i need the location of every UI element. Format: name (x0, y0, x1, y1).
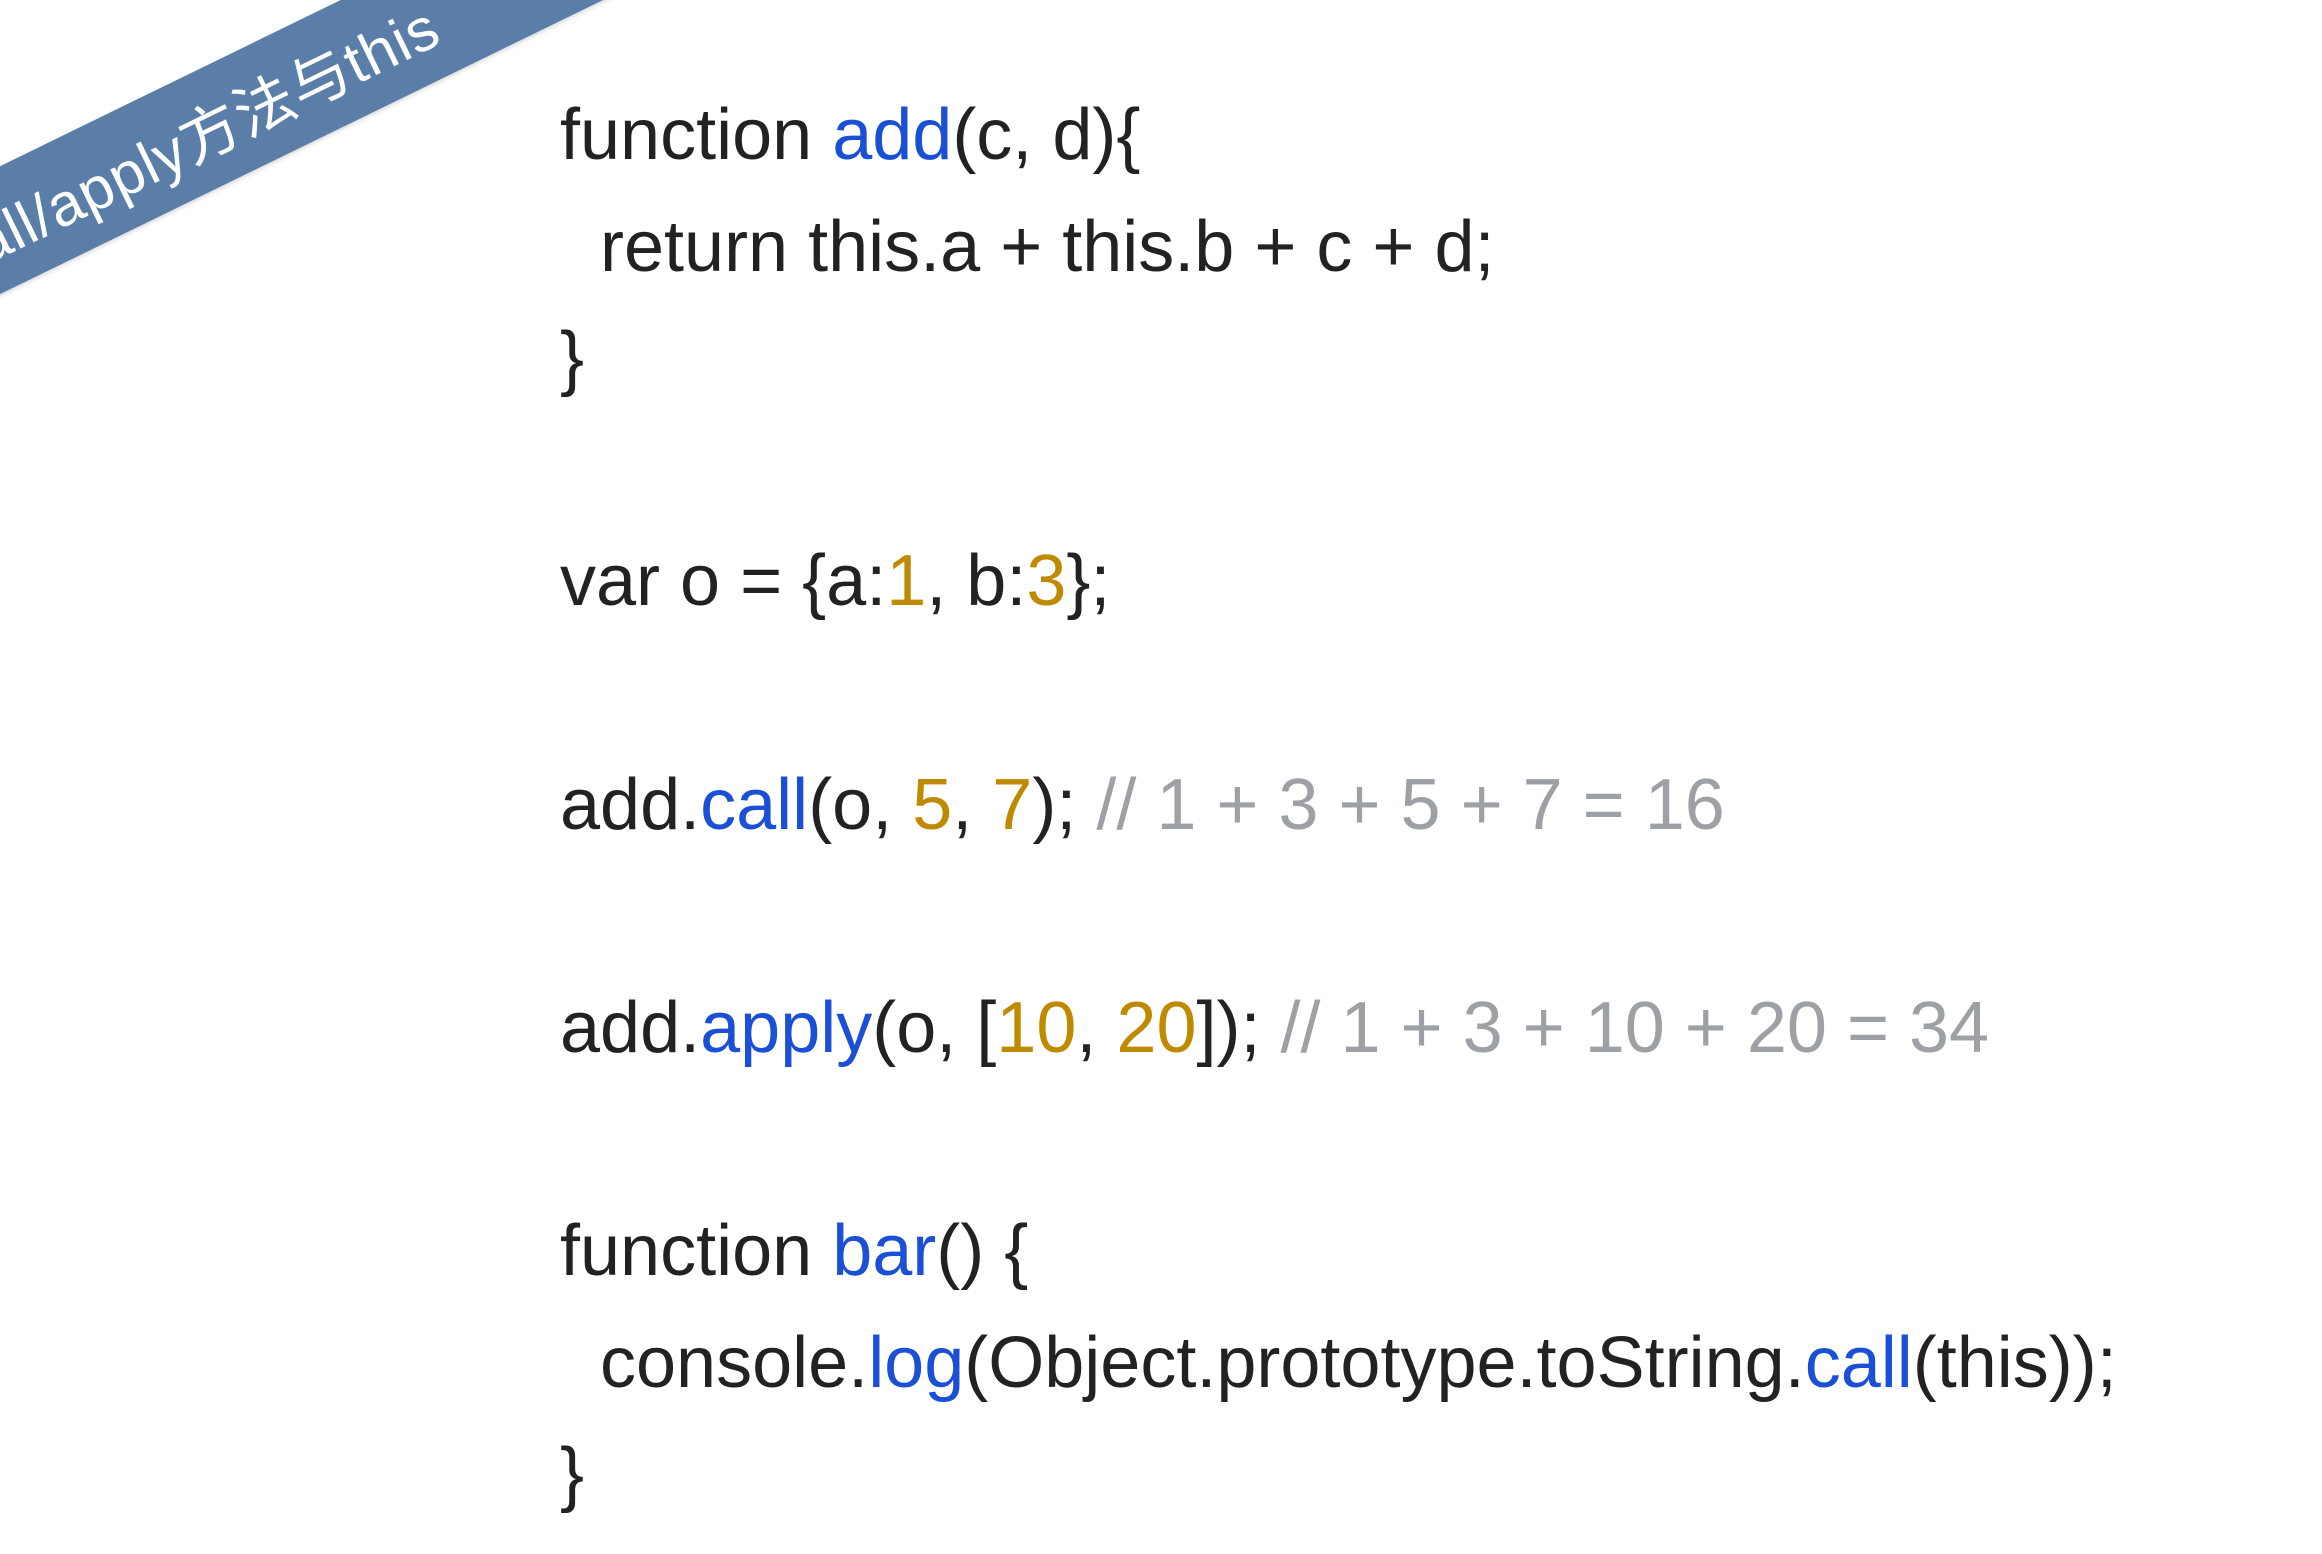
code-line (560, 1084, 2117, 1196)
code-token: return this.a + this.b + c + d; (560, 207, 1495, 287)
code-token: add (832, 95, 952, 175)
code-line: function bar() { (560, 1196, 2117, 1308)
ribbon-label: call/apply方法与this (0, 0, 620, 386)
code-token: , (1076, 988, 1116, 1068)
code-token: , (952, 765, 992, 845)
code-token: call (700, 765, 808, 845)
code-token: } (560, 318, 584, 398)
code-token: 1 (886, 541, 926, 621)
code-token: // 1 + 3 + 10 + 20 = 34 (1281, 988, 1990, 1068)
code-token: bar (832, 1211, 936, 1291)
code-token: 20 (1116, 988, 1196, 1068)
code-token: call (1805, 1323, 1913, 1403)
code-line: function add(c, d){ (560, 80, 2117, 192)
code-token: (c, d){ (952, 95, 1140, 175)
code-line (560, 861, 2117, 973)
code-token: ]); (1197, 988, 1281, 1068)
code-token: (this)); (1913, 1323, 2117, 1403)
code-token: , b: (926, 541, 1026, 621)
code-token: apply (700, 988, 872, 1068)
code-token: // 1 + 3 + 5 + 7 = 16 (1096, 765, 1725, 845)
code-token: function (560, 95, 832, 175)
code-line: var o = {a:1, b:3}; (560, 526, 2117, 638)
code-token: }; (1066, 541, 1110, 621)
code-line (560, 1531, 2117, 1554)
code-line: return this.a + this.b + c + d; (560, 192, 2117, 304)
code-token: console. (560, 1323, 868, 1403)
code-line: } (560, 303, 2117, 415)
code-block: function add(c, d){ return this.a + this… (560, 80, 2117, 1554)
code-token: add. (560, 765, 700, 845)
code-token: 5 (912, 765, 952, 845)
code-token: (o, [ (872, 988, 996, 1068)
code-line: } (560, 1419, 2117, 1531)
code-line: add.call(o, 5, 7); // 1 + 3 + 5 + 7 = 16 (560, 750, 2117, 862)
code-token: ); (1032, 765, 1096, 845)
code-token: () { (936, 1211, 1028, 1291)
code-token: 10 (996, 988, 1076, 1068)
code-line: console.log(Object.prototype.toString.ca… (560, 1308, 2117, 1420)
code-line (560, 415, 2117, 527)
code-token: 3 (1026, 541, 1066, 621)
code-line (560, 638, 2117, 750)
code-token: 7 (992, 765, 1032, 845)
code-token: add. (560, 988, 700, 1068)
code-token: (o, (808, 765, 912, 845)
code-line: add.apply(o, [10, 20]); // 1 + 3 + 10 + … (560, 973, 2117, 1085)
code-token: log (868, 1323, 964, 1403)
code-token: (Object.prototype.toString. (964, 1323, 1804, 1403)
code-token: function (560, 1211, 832, 1291)
code-token: var o = {a: (560, 541, 886, 621)
code-token: } (560, 1434, 584, 1514)
